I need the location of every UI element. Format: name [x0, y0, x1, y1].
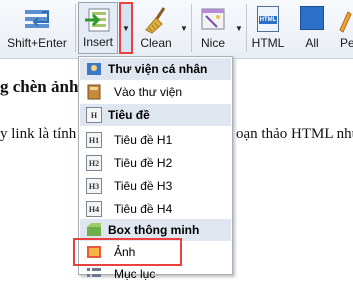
nice-format-icon [201, 8, 225, 30]
html-label: HTML [251, 36, 285, 50]
smart-box-icon [87, 223, 101, 236]
shift-enter-button[interactable]: Shift+Enter [2, 2, 72, 54]
nice-dropdown-arrow[interactable]: ▼ [233, 2, 245, 54]
chevron-down-icon: ▼ [122, 23, 130, 33]
insert-dropdown-arrow[interactable]: ▼ [119, 2, 133, 54]
all-label: All [305, 36, 319, 50]
image-icon [87, 246, 101, 258]
clean-label: Clean [140, 36, 172, 50]
book-icon [87, 84, 101, 100]
toolbar: Shift+Enter Insert ▼ Clean ▼ Nice ▼ HTML… [0, 0, 353, 59]
heading-h1-icon: H1 [86, 132, 102, 148]
document-line-right: oạn thảo HTML như [236, 126, 353, 142]
clean-dropdown-arrow[interactable]: ▼ [178, 2, 190, 54]
insert-icon [85, 8, 110, 32]
menu-item-table-of-contents[interactable]: Mục lục [80, 263, 231, 285]
html-file-icon: HTML [257, 6, 279, 32]
pen-icon [339, 11, 352, 33]
select-all-icon [300, 6, 324, 30]
insert-dropdown-menu: Thư viện cá nhân Vào thư viện H Tiêu đề … [73, 56, 233, 281]
menu-item-heading-h1[interactable]: H1 Tiêu đề H1 [80, 129, 231, 151]
toolbar-separator [246, 4, 247, 52]
toolbar-separator [75, 4, 76, 52]
chevron-down-icon: ▼ [235, 23, 243, 33]
menu-item-heading-h4[interactable]: H4 Tiêu đề H4 [80, 198, 231, 220]
list-icon [87, 268, 101, 277]
menu-header-headings: H Tiêu đề [80, 104, 231, 126]
shift-enter-label: Shift+Enter [7, 36, 67, 50]
document-line-left: y link là tính [0, 126, 77, 142]
html-button[interactable]: HTML HTML [248, 2, 288, 54]
heading-icon: H [86, 107, 102, 123]
chevron-down-icon: ▼ [180, 23, 188, 33]
heading-h2-icon: H2 [86, 155, 102, 171]
heading-h4-icon: H4 [86, 201, 102, 217]
partial-button[interactable]: Pe [336, 2, 353, 54]
html-icon-text: HTML [259, 16, 277, 24]
nice-label: Nice [200, 36, 225, 50]
document-heading: g chèn ảnh [0, 77, 79, 96]
line-break-icon [25, 10, 49, 28]
partial-label: Pe [340, 36, 353, 50]
menu-item-image[interactable]: Ảnh [73, 238, 231, 266]
toolbar-separator [191, 4, 192, 52]
menu-header-personal-library: Thư viện cá nhân [80, 58, 231, 80]
library-icon [87, 63, 101, 75]
menu-item-heading-h3[interactable]: H3 Tiêu đề H3 [80, 175, 231, 197]
heading-h3-icon: H3 [86, 178, 102, 194]
all-button[interactable]: All [292, 2, 332, 54]
broom-icon [145, 7, 166, 34]
insert-button[interactable]: Insert [78, 2, 118, 54]
menu-item-open-library[interactable]: Vào thư viện [80, 81, 231, 103]
menu-item-heading-h2[interactable]: H2 Tiêu đề H2 [80, 152, 231, 174]
nice-button[interactable]: Nice [194, 2, 232, 54]
insert-label: Insert [82, 35, 113, 49]
clean-button[interactable]: Clean [135, 2, 177, 54]
